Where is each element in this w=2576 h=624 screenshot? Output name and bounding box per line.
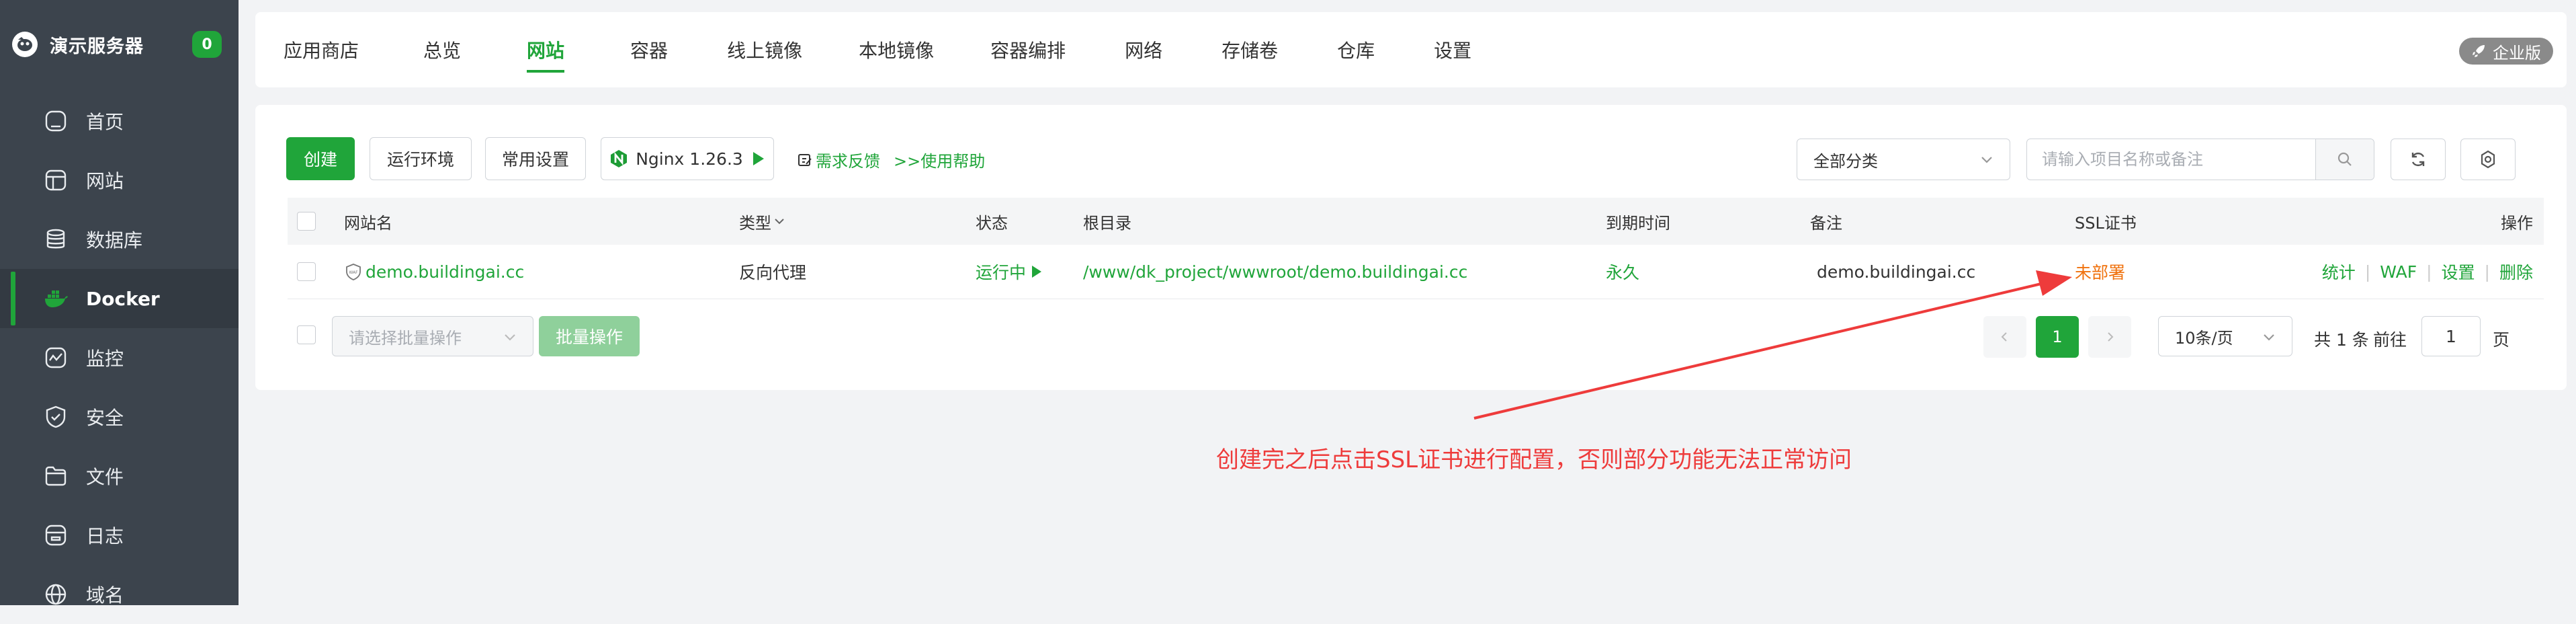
annotation-arrow	[1473, 270, 2072, 420]
annotation-text: 创建完之后点击SSL证书进行配置，否则部分功能无法正常访问	[1216, 446, 1852, 473]
